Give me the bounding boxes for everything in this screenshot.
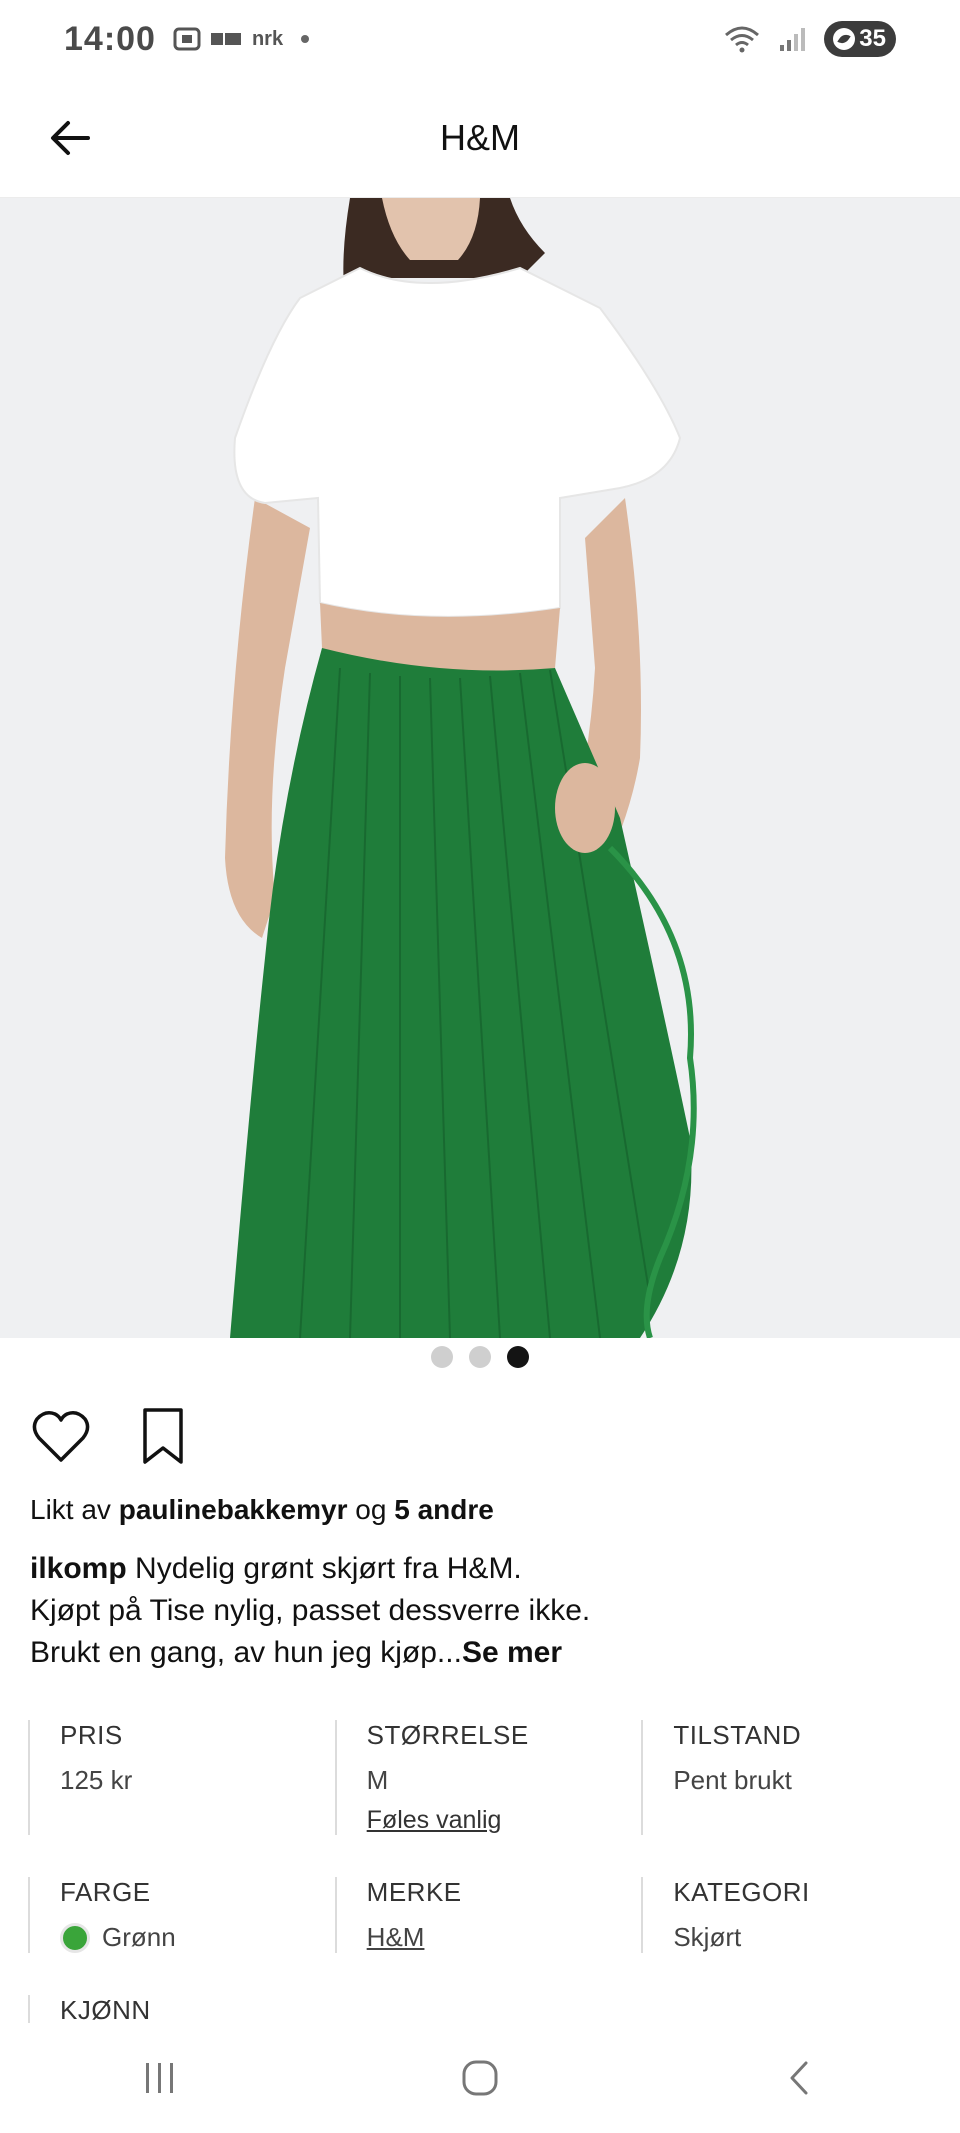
nrk-label: nrk [251,27,284,50]
status-time: 14:00 [64,19,156,58]
price-value: 125 kr [60,1765,133,1795]
wifi-icon [725,26,759,53]
attribute-row: PRIS 125 kr STØRRELSE M Føles vanlig TIL… [28,1720,948,1877]
size-value: M [366,1765,389,1795]
recent-apps-icon [146,2063,173,2093]
system-nav-bar [0,2023,960,2133]
screenshot-icon [173,27,201,51]
signal-icon [780,28,805,51]
liked-by-user[interactable]: paulinebakkemyr [119,1494,348,1525]
home-icon [462,2060,498,2096]
home-button[interactable] [435,2043,525,2113]
color-name: Grønn [102,1922,176,1952]
see-more-link[interactable]: Se mer [462,1636,562,1669]
likes-others[interactable]: 5 andre [394,1494,494,1525]
system-back-button[interactable] [755,2043,845,2113]
attribute-condition: TILSTAND Pent brukt [641,1720,948,1835]
attribute-label: MERKE [366,1877,462,1907]
chevron-left-icon [790,2061,808,2095]
attribute-color: FARGE Grønn [28,1877,335,1953]
battery-saver-icon [833,28,856,50]
bookmark-icon [143,1408,183,1464]
size-fit-link[interactable]: Føles vanlig [367,1806,502,1835]
condition-value: Pent brukt [673,1765,792,1795]
battery-indicator: 35 [824,21,896,57]
likes-summary: Likt av paulinebakkemyr og 5 andre [30,1494,494,1526]
notification-dot [301,35,310,43]
status-icons: nrk [172,26,310,52]
battery-level: 35 [859,25,886,52]
like-button[interactable] [30,1405,92,1467]
status-left: 14:00 nrk [64,19,310,59]
attribute-category: KATEGORI Skjørt [641,1877,948,1953]
page-title: H&M [440,116,520,158]
attribute-brand: MERKE H&M [334,1877,642,1953]
attribute-price: PRIS 125 kr [28,1720,335,1835]
attribute-grid: PRIS 125 kr STØRRELSE M Føles vanlig TIL… [28,1720,948,2068]
category-value: Skjørt [673,1922,742,1952]
carousel-indicator [0,1346,960,1368]
product-photo [0,198,960,1338]
brand-link[interactable]: H&M [367,1922,425,1953]
status-right: 35 [722,21,896,57]
likes-prefix: Likt av [30,1494,111,1525]
caption-line-1: Nydelig grønt skjørt fra H&M. [135,1552,522,1585]
action-row [30,1405,194,1467]
caption-user[interactable]: ilkomp [30,1552,127,1585]
save-button[interactable] [132,1405,194,1467]
attribute-label: KJØNN [60,1995,151,2025]
attribute-label: STØRRELSE [366,1720,529,1750]
caption-line-2: Kjøpt på Tise nylig, passet dessverre ik… [30,1594,591,1627]
carousel-dot-active[interactable] [507,1346,529,1368]
carousel-dot[interactable] [469,1346,491,1368]
media-icon [210,33,241,45]
heart-icon [32,1411,90,1462]
status-bar: 14:00 nrk 35 [0,0,960,78]
attribute-row: FARGE Grønn MERKE H&M KATEGORI Skjørt [28,1877,948,1995]
app-header: H&M [0,78,960,198]
caption-line-3: Brukt en gang, av hun jeg kjøp... [30,1636,462,1669]
color-swatch [60,1922,90,1953]
caption: ilkomp Nydelig grønt skjørt fra H&M. Kjø… [30,1548,930,1674]
arrow-left-icon [51,121,90,155]
color-value: Grønn [60,1922,335,1953]
carousel-dot[interactable] [431,1346,453,1368]
attribute-size: STØRRELSE M Føles vanlig [334,1720,642,1835]
attribute-label: KATEGORI [673,1877,810,1907]
brand-value[interactable]: H&M [367,1922,642,1953]
product-image[interactable] [0,198,960,1338]
attribute-label: TILSTAND [673,1720,802,1750]
attribute-label: FARGE [60,1877,151,1907]
recent-apps-button[interactable] [115,2043,205,2113]
back-button[interactable] [40,108,100,168]
attribute-label: PRIS [60,1720,123,1750]
attribute-gender: KJØNN [28,1995,348,2026]
likes-middle: og [355,1494,387,1525]
